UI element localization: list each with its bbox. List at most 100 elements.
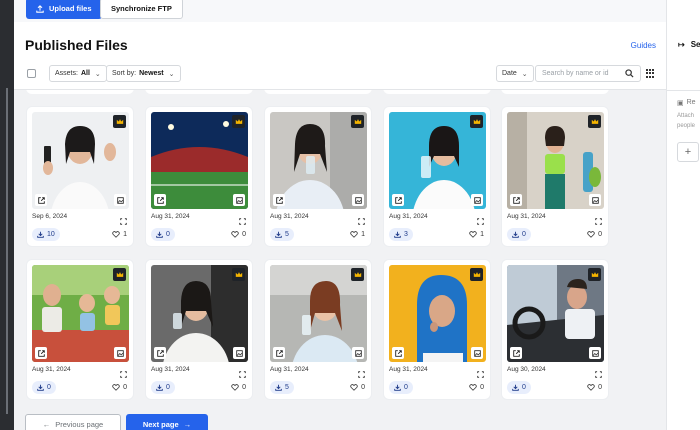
- open-external-button[interactable]: [510, 347, 522, 359]
- window-left-edge: [0, 0, 14, 430]
- file-thumbnail[interactable]: [389, 265, 486, 362]
- file-card[interactable]: Aug 31, 2024 5 0: [264, 259, 372, 400]
- expand-button[interactable]: [358, 365, 365, 383]
- open-external-button[interactable]: [154, 194, 166, 206]
- previous-page-button[interactable]: ← Previous page: [25, 414, 121, 430]
- like-count[interactable]: 0: [587, 384, 602, 391]
- date-filter-label: Date: [502, 70, 517, 77]
- download-icon: [37, 231, 44, 238]
- download-count-badge: 0: [507, 228, 531, 241]
- download-count: 5: [285, 231, 289, 238]
- scrollbar[interactable]: [6, 88, 8, 414]
- image-details-button[interactable]: [233, 194, 245, 206]
- expand-button[interactable]: [120, 212, 127, 230]
- file-card[interactable]: Aug 31, 2024 0 0: [145, 106, 253, 247]
- sort-dropdown[interactable]: Sort by: Newest ⌄: [106, 65, 181, 82]
- expand-button[interactable]: [120, 365, 127, 383]
- like-count-value: 0: [123, 384, 127, 391]
- heart-icon: [587, 384, 595, 391]
- open-external-button[interactable]: [392, 194, 404, 206]
- file-thumbnail[interactable]: [389, 112, 486, 209]
- file-card[interactable]: Aug 31, 2024 0 0: [383, 259, 491, 400]
- collapse-panel-icon[interactable]: ↦: [678, 40, 685, 49]
- file-card[interactable]: Sep 6, 2024 10 1: [26, 106, 134, 247]
- like-count[interactable]: 0: [231, 231, 246, 238]
- like-count[interactable]: 1: [350, 231, 365, 238]
- like-count[interactable]: 0: [587, 231, 602, 238]
- file-thumbnail[interactable]: [151, 265, 248, 362]
- download-count-badge: 0: [389, 381, 413, 394]
- search-input[interactable]: Search by name or id: [535, 65, 641, 82]
- file-thumbnail[interactable]: [507, 112, 604, 209]
- premium-badge: [470, 268, 483, 281]
- like-count[interactable]: 0: [112, 384, 127, 391]
- open-external-button[interactable]: [510, 194, 522, 206]
- like-count[interactable]: 0: [469, 384, 484, 391]
- file-card[interactable]: Aug 31, 2024 0 0: [501, 106, 609, 247]
- date-filter-dropdown[interactable]: Date ⌄: [496, 65, 534, 82]
- file-card[interactable]: Aug 30, 2024 0 0: [501, 259, 609, 400]
- like-count[interactable]: 0: [231, 384, 246, 391]
- image-details-button[interactable]: [589, 347, 601, 359]
- file-thumbnail[interactable]: [270, 265, 367, 362]
- image-details-button[interactable]: [471, 194, 483, 206]
- next-page-button[interactable]: Next page →: [126, 414, 208, 430]
- file-thumbnail[interactable]: [507, 265, 604, 362]
- file-thumbnail[interactable]: [32, 112, 129, 209]
- open-external-button[interactable]: [154, 347, 166, 359]
- select-all-checkbox[interactable]: [27, 69, 36, 78]
- synchronize-ftp-button[interactable]: Synchronize FTP: [100, 0, 183, 19]
- open-external-button[interactable]: [273, 194, 285, 206]
- download-icon: [394, 231, 401, 238]
- image-details-button[interactable]: [352, 347, 364, 359]
- open-external-button[interactable]: [392, 347, 404, 359]
- image-details-button[interactable]: [352, 194, 364, 206]
- like-count[interactable]: 1: [112, 231, 127, 238]
- guides-link[interactable]: Guides: [631, 41, 656, 50]
- file-card[interactable]: Aug 31, 2024 5 1: [264, 106, 372, 247]
- expand-button[interactable]: [239, 212, 246, 230]
- expand-icon: [595, 371, 602, 378]
- open-external-button[interactable]: [273, 347, 285, 359]
- open-external-icon: [37, 349, 45, 357]
- add-button[interactable]: +: [677, 142, 699, 162]
- file-card[interactable]: Aug 31, 2024 3 1: [383, 106, 491, 247]
- expand-button[interactable]: [595, 365, 602, 383]
- file-thumbnail[interactable]: [270, 112, 367, 209]
- expand-button[interactable]: [477, 212, 484, 230]
- expand-button[interactable]: [477, 365, 484, 383]
- assets-filter-dropdown[interactable]: Assets: All ⌄: [49, 65, 107, 82]
- file-thumbnail[interactable]: [32, 265, 129, 362]
- image-details-button[interactable]: [233, 347, 245, 359]
- like-count[interactable]: 1: [469, 231, 484, 238]
- file-date: Aug 31, 2024: [389, 366, 428, 373]
- open-external-icon: [275, 349, 283, 357]
- grid-view-icon[interactable]: [646, 69, 655, 78]
- file-card[interactable]: Aug 31, 2024 0 0: [145, 259, 253, 400]
- open-external-button[interactable]: [35, 347, 47, 359]
- image-details-button[interactable]: [471, 347, 483, 359]
- card-partial: [501, 90, 609, 94]
- image-details-button[interactable]: [114, 347, 126, 359]
- upload-files-button[interactable]: Upload files: [26, 0, 102, 19]
- open-external-icon: [512, 349, 520, 357]
- expand-button[interactable]: [595, 212, 602, 230]
- image-details-button[interactable]: [589, 194, 601, 206]
- file-thumbnail[interactable]: [151, 112, 248, 209]
- file-date: Aug 31, 2024: [389, 213, 428, 220]
- expand-icon: [477, 218, 484, 225]
- open-external-button[interactable]: [35, 194, 47, 206]
- expand-icon: [120, 218, 127, 225]
- file-card[interactable]: Aug 31, 2024 0 0: [26, 259, 134, 400]
- heart-icon: [231, 231, 239, 238]
- expand-button[interactable]: [358, 212, 365, 230]
- expand-button[interactable]: [239, 365, 246, 383]
- expand-icon: [120, 371, 127, 378]
- image-details-button[interactable]: [114, 194, 126, 206]
- heart-icon: [112, 231, 120, 238]
- arrow-left-icon: ←: [42, 419, 51, 429]
- like-count-value: 1: [480, 231, 484, 238]
- download-count: 0: [166, 231, 170, 238]
- assets-filter-label: Assets:: [55, 70, 78, 77]
- like-count[interactable]: 0: [350, 384, 365, 391]
